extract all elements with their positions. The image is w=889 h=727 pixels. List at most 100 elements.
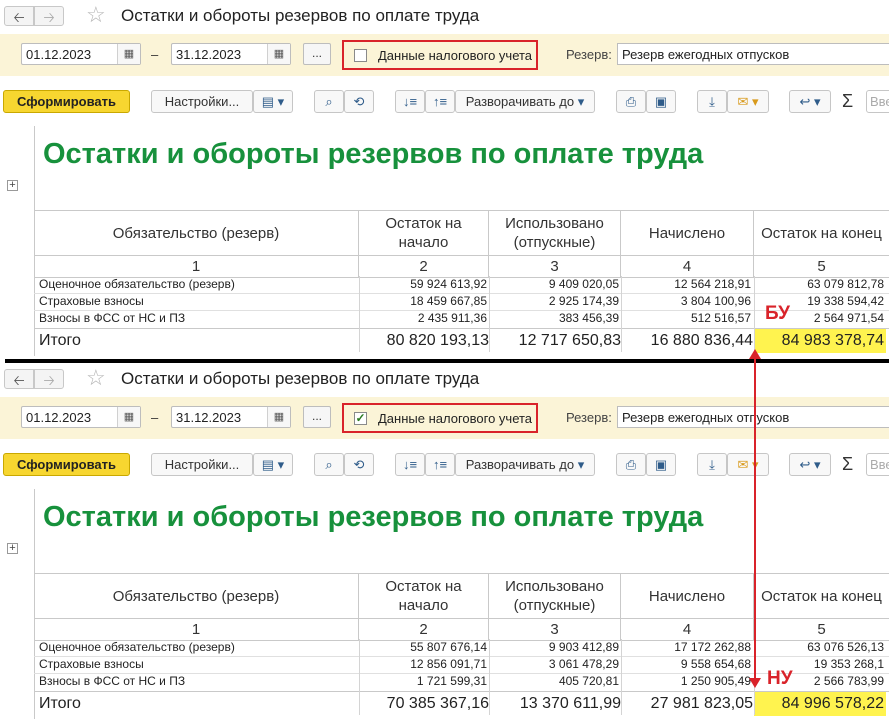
preview-button[interactable]: ▣ bbox=[646, 90, 676, 113]
find-button[interactable]: ⌕ bbox=[314, 90, 344, 113]
cell-accrued: 17 172 262,88 bbox=[674, 640, 751, 654]
find-button[interactable]: ⌕ bbox=[314, 453, 344, 476]
cell-used: 405 720,81 bbox=[558, 674, 619, 688]
cell-accrued: 3 804 100,96 bbox=[680, 294, 751, 308]
total-closing-highlighted: 84 996 578,22 bbox=[754, 692, 886, 716]
window-title: Остатки и обороты резервов по оплате тру… bbox=[121, 369, 480, 388]
column-title: Начислено bbox=[648, 224, 726, 242]
favorite-star-icon[interactable]: ☆ bbox=[86, 3, 106, 27]
period-select-button[interactable]: ... bbox=[303, 43, 331, 65]
calendar-icon[interactable]: ▦ bbox=[267, 44, 290, 64]
save-button[interactable]: ⤓ bbox=[697, 90, 727, 113]
forward-button[interactable]: 🡢 bbox=[34, 6, 64, 26]
preview-button[interactable]: ▣ bbox=[646, 453, 676, 476]
expand-to-label: Разворачивать до bbox=[465, 94, 575, 109]
goto-button[interactable]: ↩ ▾ bbox=[789, 90, 831, 113]
reserve-value: Резерв ежегодных отпусков bbox=[622, 47, 790, 62]
variants-button[interactable]: ▤ ▾ bbox=[253, 90, 293, 113]
cell-opening: 12 856 091,71 bbox=[410, 657, 487, 671]
calendar-icon[interactable]: ▦ bbox=[117, 44, 140, 64]
cell-opening: 59 924 613,92 bbox=[410, 277, 487, 291]
tax-data-checkbox[interactable]: ✓ bbox=[354, 412, 367, 425]
total-used: 12 717 650,83 bbox=[518, 332, 621, 349]
total-label: Итого bbox=[39, 695, 81, 712]
table-row[interactable]: Оценочное обязательство (резерв) 59 924 … bbox=[34, 276, 889, 293]
find-replace-button[interactable]: ⟲ bbox=[344, 453, 374, 476]
email-button[interactable]: ✉ ▾ bbox=[727, 453, 769, 476]
window-title: Остатки и обороты резервов по оплате тру… bbox=[121, 6, 480, 25]
print-button[interactable]: ⎙ bbox=[616, 453, 646, 476]
cell-opening: 55 807 676,14 bbox=[410, 640, 487, 654]
column-header-opening: Остаток на начало 2 bbox=[359, 211, 489, 277]
goto-button[interactable]: ↩ ▾ bbox=[789, 453, 831, 476]
cell-used: 2 925 174,39 bbox=[548, 294, 619, 308]
tax-data-label: Данные налогового учета bbox=[378, 411, 533, 426]
total-label: Итого bbox=[39, 332, 81, 349]
sum-icon[interactable]: Σ bbox=[842, 454, 853, 475]
save-button[interactable]: ⤓ bbox=[697, 453, 727, 476]
search-refresh-icon: ⟲ bbox=[353, 457, 365, 472]
table-row[interactable]: Страховые взносы 18 459 667,85 2 925 174… bbox=[34, 293, 889, 310]
table-row[interactable]: Взносы в ФСС от НС и ПЗ 2 435 911,36 383… bbox=[34, 310, 889, 327]
sort-desc-button[interactable]: ↓≡ bbox=[395, 90, 425, 113]
table-row[interactable]: Страховые взносы 12 856 091,71 3 061 478… bbox=[34, 656, 889, 673]
calendar-icon[interactable]: ▦ bbox=[267, 407, 290, 427]
tax-tag: НУ bbox=[767, 668, 793, 689]
column-header-accrued: Начислено 4 bbox=[621, 574, 754, 640]
print-button[interactable]: ⎙ bbox=[616, 90, 646, 113]
column-number: 3 bbox=[550, 621, 559, 638]
back-button[interactable]: 🡠 bbox=[4, 6, 34, 26]
date-from-field[interactable]: 01.12.2023 ▦ bbox=[21, 43, 141, 65]
total-row[interactable]: Итого 70 385 367,16 13 370 611,99 27 981… bbox=[34, 691, 889, 716]
expand-group-icon[interactable]: + bbox=[7, 180, 18, 191]
cell-opening: 2 435 911,36 bbox=[417, 311, 487, 325]
find-replace-button[interactable]: ⟲ bbox=[344, 90, 374, 113]
sort-desc-button[interactable]: ↓≡ bbox=[395, 453, 425, 476]
expand-to-button[interactable]: Разворачивать до ▾ bbox=[455, 90, 595, 113]
column-title: Обязательство (резерв) bbox=[112, 224, 280, 242]
column-header-liability: Обязательство (резерв) 1 bbox=[34, 574, 359, 640]
generate-button[interactable]: Сформировать bbox=[3, 453, 130, 476]
search-input[interactable]: Вве bbox=[866, 90, 889, 113]
date-to-field[interactable]: 31.12.2023 ▦ bbox=[171, 406, 291, 428]
report-title: Остатки и обороты резервов по оплате тру… bbox=[43, 501, 704, 533]
date-to-field[interactable]: 31.12.2023 ▦ bbox=[171, 43, 291, 65]
printer-icon: ⎙ bbox=[625, 457, 637, 472]
row-label: Страховые взносы bbox=[39, 294, 144, 308]
email-button[interactable]: ✉ ▾ bbox=[727, 90, 769, 113]
report-area: + Остатки и обороты резервов по оплате т… bbox=[4, 126, 889, 356]
table-row[interactable]: Оценочное обязательство (резерв) 55 807 … bbox=[34, 639, 889, 656]
settings-button[interactable]: Настройки... bbox=[151, 90, 253, 113]
search-input[interactable]: Вве bbox=[866, 453, 889, 476]
date-from-value: 01.12.2023 bbox=[26, 47, 92, 62]
sum-icon[interactable]: Σ bbox=[842, 91, 853, 112]
cell-used: 9 409 020,05 bbox=[548, 277, 619, 291]
sort-asc-button[interactable]: ↑≡ bbox=[425, 453, 455, 476]
sort-asc-button[interactable]: ↑≡ bbox=[425, 90, 455, 113]
back-button[interactable]: 🡠 bbox=[4, 369, 34, 389]
forward-button[interactable]: 🡢 bbox=[34, 369, 64, 389]
reserve-select[interactable]: Резерв ежегодных отпусков bbox=[617, 406, 889, 428]
date-from-field[interactable]: 01.12.2023 ▦ bbox=[21, 406, 141, 428]
chevron-down-icon: ▾ bbox=[577, 94, 585, 109]
tax-data-checkbox[interactable] bbox=[354, 49, 367, 62]
cell-accrued: 512 516,57 bbox=[690, 311, 751, 325]
expand-to-button[interactable]: Разворачивать до ▾ bbox=[455, 453, 595, 476]
reserve-select[interactable]: Резерв ежегодных отпусков bbox=[617, 43, 889, 65]
column-number: 5 bbox=[817, 258, 826, 275]
total-accrued: 27 981 823,05 bbox=[650, 695, 753, 712]
settings-button[interactable]: Настройки... bbox=[151, 453, 253, 476]
cell-opening: 1 721 599,31 bbox=[416, 674, 487, 688]
column-title: Обязательство (резерв) bbox=[112, 587, 280, 605]
group-gutter: + bbox=[4, 126, 35, 356]
column-number: 1 bbox=[191, 258, 201, 275]
favorite-star-icon[interactable]: ☆ bbox=[86, 366, 106, 390]
column-number: 1 bbox=[191, 621, 201, 638]
expand-group-icon[interactable]: + bbox=[7, 543, 18, 554]
generate-button[interactable]: Сформировать bbox=[3, 90, 130, 113]
calendar-icon[interactable]: ▦ bbox=[117, 407, 140, 427]
variants-button[interactable]: ▤ ▾ bbox=[253, 453, 293, 476]
period-select-button[interactable]: ... bbox=[303, 406, 331, 428]
cell-opening: 18 459 667,85 bbox=[410, 294, 487, 308]
column-title: Остаток на начало bbox=[385, 578, 462, 614]
